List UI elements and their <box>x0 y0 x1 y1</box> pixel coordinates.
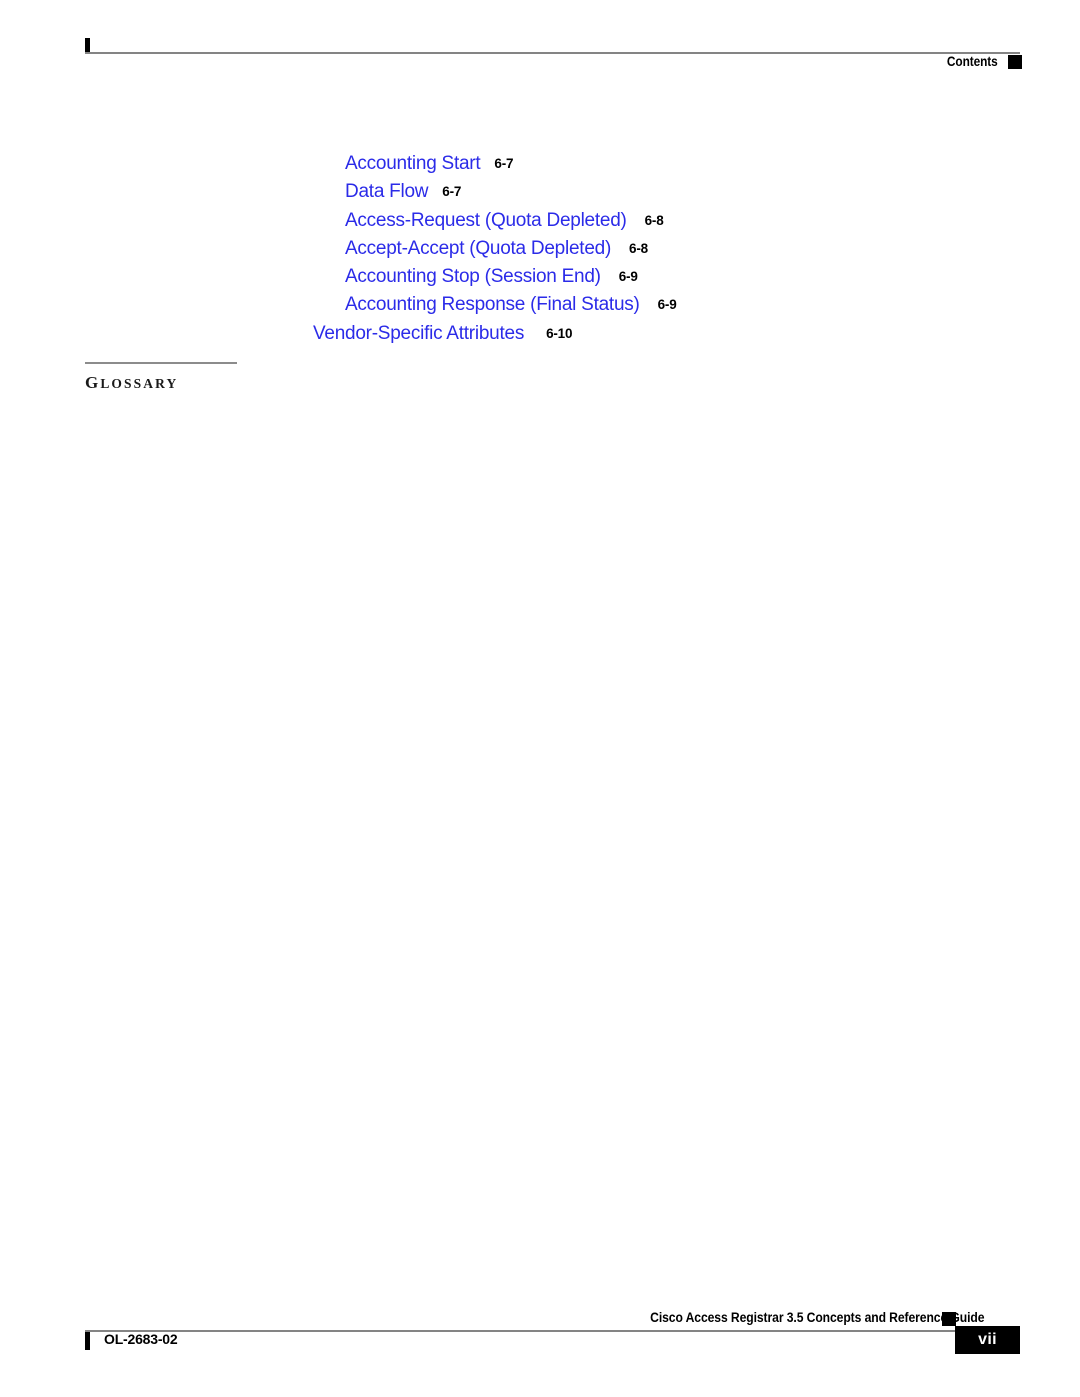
toc-entry-title[interactable]: Accept-Accept (Quota Depleted) <box>345 238 611 259</box>
toc-entry-page: 6-7 <box>442 184 462 200</box>
toc-entry-title[interactable]: Data Flow <box>345 181 429 202</box>
toc-entry[interactable]: Accounting Stop (Session End) 6-9 <box>0 263 1080 291</box>
footer-document-number: OL-2683-02 <box>104 1331 178 1347</box>
toc-entry-title[interactable]: Accounting Start <box>345 153 481 174</box>
toc-entry-title[interactable]: Accounting Response (Final Status) <box>345 294 640 315</box>
toc-entry-title[interactable]: Accounting Stop (Session End) <box>345 266 601 287</box>
page-header: Contents <box>0 0 1080 110</box>
footer-left-tick-mark <box>85 1332 90 1350</box>
toc-entry[interactable]: Accounting Response (Final Status) 6-9 <box>0 291 1080 319</box>
toc-entry-page: 6-8 <box>644 212 664 228</box>
footer-page-number: vii <box>978 1331 997 1348</box>
toc-entry[interactable]: Accounting Start 6-7 <box>0 150 1080 178</box>
toc-entry[interactable]: Vendor-Specific Attributes 6-10 <box>0 320 1080 348</box>
toc-entry[interactable]: Accept-Accept (Quota Depleted) 6-8 <box>0 235 1080 263</box>
header-section-label: Contents <box>947 54 998 69</box>
footer-document-title: Cisco Access Registrar 3.5 Concepts and … <box>649 1310 984 1325</box>
toc-entry[interactable]: Data Flow 6-7 <box>0 178 1080 206</box>
toc-entry-page: 6-7 <box>494 156 514 171</box>
toc-entry-title[interactable]: Vendor-Specific Attributes <box>313 323 524 344</box>
glossary-label[interactable]: GLOSSARY <box>85 373 485 393</box>
header-rule <box>85 52 1020 54</box>
footer-rule <box>85 1330 1020 1332</box>
table-of-contents: Accounting Start 6-7 Data Flow 6-7 Access-… <box>0 150 1080 348</box>
toc-entry-page: 6-9 <box>657 297 677 313</box>
black-square-marker-icon <box>942 1312 956 1326</box>
toc-entry-page: 6-9 <box>618 269 638 285</box>
toc-entry-page: 6-10 <box>546 325 573 341</box>
black-square-marker-icon <box>1008 55 1022 69</box>
glossary-label-rest: LOSSARY <box>100 376 179 391</box>
glossary-section: GLOSSARY <box>85 362 485 393</box>
toc-entry-page: 6-8 <box>629 240 648 256</box>
document-page: Contents Accounting Start 6-7 Data Flow 6-… <box>0 0 1080 1397</box>
toc-entry[interactable]: Access-Request (Quota Depleted) 6-8 <box>0 207 1080 235</box>
glossary-rule <box>85 362 237 364</box>
glossary-label-first-letter: G <box>85 373 101 392</box>
toc-entry-title[interactable]: Access-Request (Quota Depleted) <box>345 210 627 231</box>
